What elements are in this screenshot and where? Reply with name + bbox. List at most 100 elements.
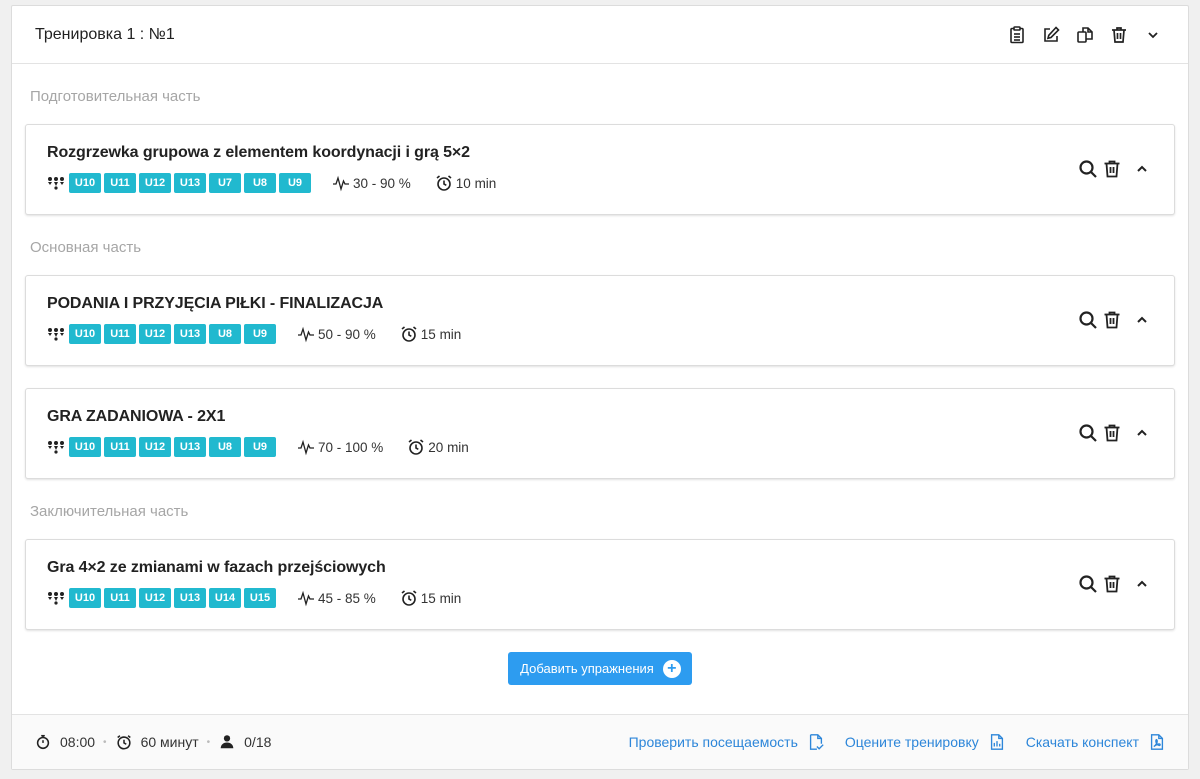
age-group-tag: U11: [104, 437, 136, 457]
alarm-clock-icon: [401, 590, 417, 606]
age-group-tag: U12: [139, 173, 171, 193]
add-exercise-wrap: Добавить упражнения +: [12, 652, 1188, 685]
heart-rate-icon: [333, 175, 349, 192]
doc-check-icon: [809, 734, 824, 750]
search-icon[interactable]: [1078, 159, 1098, 179]
check-attendance-label: Проверить посещаемость: [628, 734, 798, 750]
age-group-tag: U11: [104, 173, 136, 193]
exercise-meta: U10 U11 U12 U13 U8 U9 50 - 90 % 15 min: [47, 324, 1153, 344]
age-group-tag: U10: [69, 437, 101, 457]
exercise-card[interactable]: Rozgrzewka grupowa z elementem koordynac…: [25, 124, 1175, 215]
training-title: Тренировка 1 : №1: [35, 25, 175, 43]
trash-icon[interactable]: [1102, 159, 1122, 179]
exercise-title: Gra 4×2 ze zmianami w fazach przejściowy…: [47, 559, 386, 576]
check-attendance-link[interactable]: Проверить посещаемость: [629, 733, 825, 751]
search-icon[interactable]: [1078, 310, 1098, 330]
age-group-tag: U7: [209, 173, 241, 193]
exercise-actions: [1078, 423, 1152, 443]
add-exercise-button[interactable]: Добавить упражнения +: [508, 652, 692, 685]
separator-dot: •: [103, 736, 107, 748]
header-actions: [1007, 25, 1165, 45]
alarm-clock-icon: [401, 326, 417, 342]
clipboard-icon[interactable]: [1007, 25, 1027, 45]
pdf-icon: [1150, 734, 1164, 750]
age-group-tags: U10 U11 U12 U13 U8 U9: [69, 324, 276, 344]
chevron-up-icon[interactable]: [1132, 574, 1152, 594]
exercise-title: GRA ZADANIOWA - 2X1: [47, 408, 226, 425]
exercise-meta: U10 U11 U12 U13 U14 U15 45 - 85 % 15 min: [47, 588, 1153, 608]
age-group-tag: U13: [174, 173, 206, 193]
age-group-tag: U9: [244, 324, 276, 344]
age-group-tag: U13: [174, 324, 206, 344]
start-time: 08:00: [34, 733, 95, 751]
trash-icon[interactable]: [1102, 310, 1122, 330]
training-header: Тренировка 1 : №1: [12, 6, 1188, 64]
exercise-intensity: 30 - 90 %: [332, 174, 411, 192]
rate-training-label: Оцените тренировку: [844, 734, 979, 750]
rate-training-link[interactable]: Оцените тренировку: [845, 733, 1006, 751]
duration-value: 20 min: [428, 439, 469, 455]
chevron-down-icon[interactable]: [1143, 25, 1163, 45]
exercise-card[interactable]: PODANIA I PRZYJĘCIA PIŁKI - FINALIZACJA …: [25, 275, 1175, 366]
intensity-value: 45 - 85 %: [318, 590, 376, 606]
age-group-tag: U14: [209, 588, 241, 608]
add-exercise-label: Добавить упражнения: [520, 661, 654, 676]
copy-icon[interactable]: [1075, 25, 1095, 45]
exercise-intensity: 70 - 100 %: [297, 438, 383, 456]
player-icon: [220, 735, 234, 749]
stopwatch-icon: [36, 734, 50, 750]
exercise-duration: 15 min: [400, 589, 462, 607]
trash-icon[interactable]: [1102, 423, 1122, 443]
chevron-up-icon[interactable]: [1132, 310, 1152, 330]
trash-icon[interactable]: [1102, 574, 1122, 594]
search-icon[interactable]: [1078, 423, 1098, 443]
alarm-clock-icon: [408, 439, 424, 455]
training-card: Тренировка 1 : №1 Подготовительная часть…: [11, 5, 1189, 770]
age-group-tag: U10: [69, 324, 101, 344]
age-group-tag: U8: [244, 173, 276, 193]
alarm-clock-icon: [116, 735, 131, 750]
team-icon: [48, 177, 64, 190]
heart-rate-icon: [298, 326, 314, 343]
exercise-actions: [1078, 310, 1152, 330]
training-footer: 08:00 • 60 минут • 0/18 Проверить посеща…: [12, 714, 1188, 769]
exercise-card[interactable]: GRA ZADANIOWA - 2X1 U10 U11 U12 U13 U8 U9 70 …: [25, 388, 1175, 479]
exercise-intensity: 45 - 85 %: [297, 589, 376, 607]
duration-value: 10 min: [455, 175, 497, 191]
chart-doc-icon: [990, 734, 1003, 750]
edit-icon[interactable]: [1041, 25, 1061, 45]
exercise-duration: 15 min: [400, 325, 462, 343]
attendance: 0/18: [218, 733, 271, 751]
section-label: Основная часть: [30, 239, 142, 256]
chevron-up-icon[interactable]: [1132, 159, 1152, 179]
search-icon[interactable]: [1078, 574, 1098, 594]
age-group-tags: U10 U11 U12 U13 U7 U8 U9: [69, 173, 311, 193]
exercise-card[interactable]: Gra 4×2 ze zmianami w fazach przejściowy…: [25, 539, 1175, 630]
age-group-tag: U11: [104, 324, 136, 344]
training-content: Подготовительная часть Rozgrzewka grupow…: [12, 64, 1188, 630]
section-label: Заключительная часть: [30, 503, 189, 520]
age-group-tag: U8: [209, 437, 241, 457]
trash-icon[interactable]: [1109, 25, 1129, 45]
section-label: Подготовительная часть: [30, 88, 201, 105]
age-group-tag: U13: [174, 588, 206, 608]
duration-value: 15 min: [420, 590, 462, 606]
intensity-value: 50 - 90 %: [318, 326, 376, 342]
download-summary-link[interactable]: Скачать конспект: [1026, 733, 1166, 751]
exercise-meta: U10 U11 U12 U13 U8 U9 70 - 100 % 20 min: [47, 437, 1153, 457]
team-icon: [48, 592, 64, 605]
alarm-clock-icon: [436, 175, 452, 191]
download-summary-label: Скачать конспект: [1025, 734, 1139, 750]
heart-rate-icon: [298, 439, 314, 456]
exercise-actions: [1078, 574, 1152, 594]
team-icon: [48, 441, 64, 454]
separator-dot: •: [206, 736, 211, 748]
exercise-actions: [1078, 159, 1152, 179]
plus-circle-icon: +: [662, 659, 681, 678]
footer-links: Проверить посещаемость Оцените тренировк…: [629, 733, 1166, 751]
duration-value: 15 min: [420, 326, 462, 342]
duration-value: 60 минут: [140, 734, 199, 750]
chevron-up-icon[interactable]: [1132, 423, 1152, 443]
start-time-value: 08:00: [60, 734, 96, 750]
